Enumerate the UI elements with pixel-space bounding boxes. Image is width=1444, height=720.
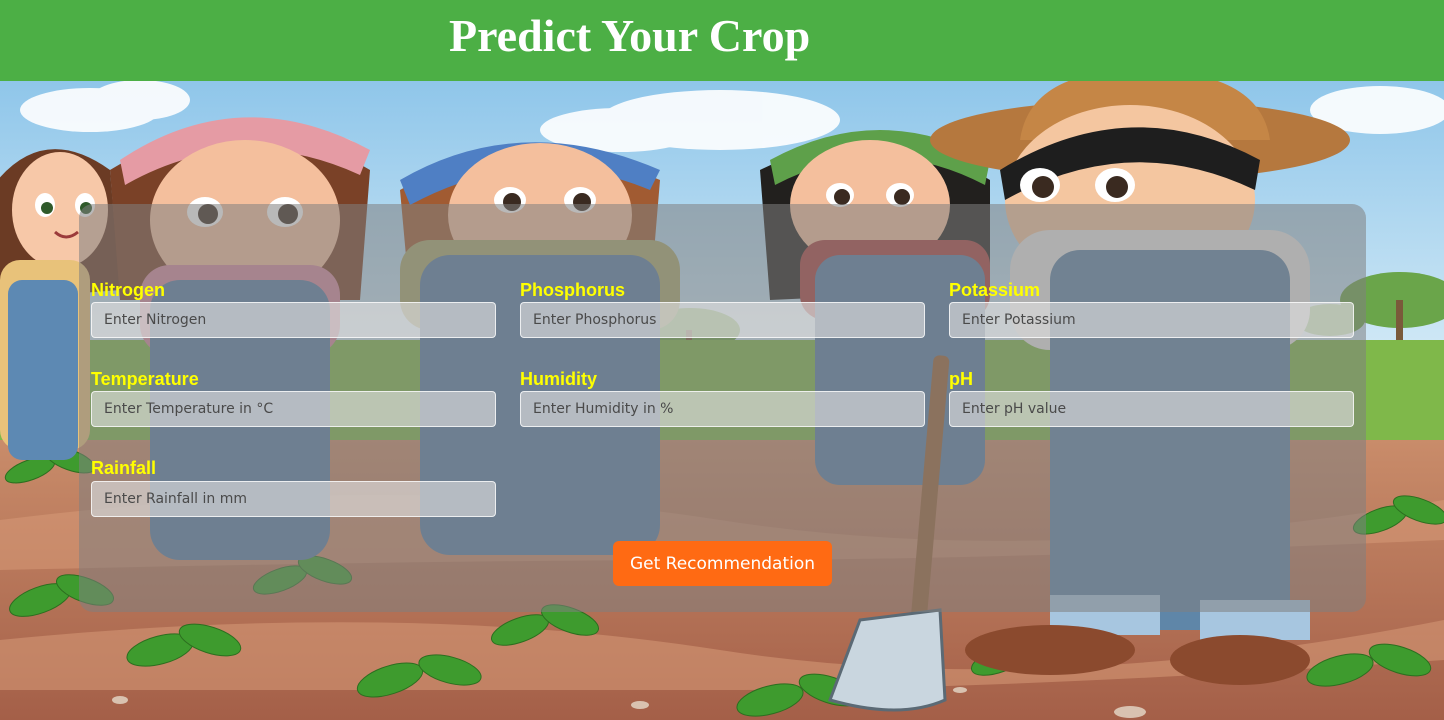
phosphorus-label: Phosphorus — [520, 280, 626, 300]
potassium-input[interactable] — [949, 302, 1354, 338]
nitrogen-input[interactable] — [91, 302, 496, 338]
page: Predict Your Crop Nitrogen Enter Nitroge… — [0, 0, 1444, 720]
nitrogen-label: Nitrogen — [91, 280, 165, 300]
page-title: Predict Your Crop — [449, 10, 811, 61]
humidity-input[interactable] — [520, 391, 925, 427]
ph-input[interactable] — [949, 391, 1354, 427]
header-bar: Predict Your Crop — [0, 0, 1444, 81]
crop-form-panel: Nitrogen Phosphorus Potassium Temperatur… — [79, 204, 1366, 612]
potassium-label: Potassium — [949, 280, 1041, 300]
temperature-input[interactable] — [91, 391, 496, 427]
ph-label: pH — [949, 369, 973, 389]
phosphorus-input[interactable] — [520, 302, 925, 338]
rainfall-input[interactable] — [91, 481, 496, 517]
rainfall-label: Rainfall — [91, 458, 157, 478]
humidity-label: Humidity — [520, 369, 598, 389]
temperature-label: Temperature — [91, 369, 199, 389]
get-recommendation-button[interactable]: Get Recommendation — [613, 541, 832, 586]
